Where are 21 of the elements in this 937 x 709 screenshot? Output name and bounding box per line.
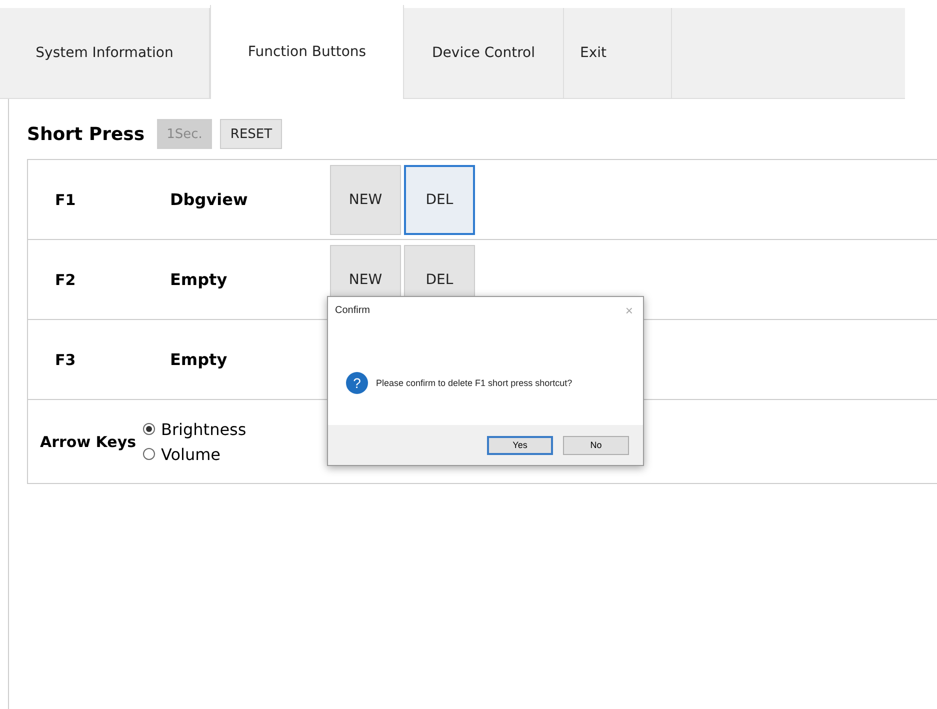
dialog-message: Please confirm to delete F1 short press shortcut? [376,378,572,388]
function-key-label: F1 [54,190,77,208]
tab[interactable]: Function Buttons [210,5,404,99]
dialog-button[interactable]: No [563,436,629,454]
function-key-label: F2 [54,270,77,288]
shortcut-name: Empty [169,270,228,289]
action-button[interactable]: NEW [330,164,401,234]
function-key-label: F3 [54,350,77,368]
radio-label[interactable]: Brightness [161,420,246,438]
arrow-keys-label: Arrow Keys [39,432,138,450]
radio-icon[interactable] [143,448,155,460]
reset-button[interactable]: RESET [220,119,282,149]
radio-label[interactable]: Volume [161,444,221,464]
shortcut-name: Dbgview [169,190,249,209]
dialog-button[interactable]: Yes [487,436,553,454]
dialog-title: Confirm [335,305,370,316]
action-button[interactable]: DEL [404,164,475,234]
section-title: Short Press [27,124,145,144]
shortcut-name: Empty [169,350,228,369]
question-icon: ? [346,372,368,394]
radio-icon[interactable] [143,423,155,435]
